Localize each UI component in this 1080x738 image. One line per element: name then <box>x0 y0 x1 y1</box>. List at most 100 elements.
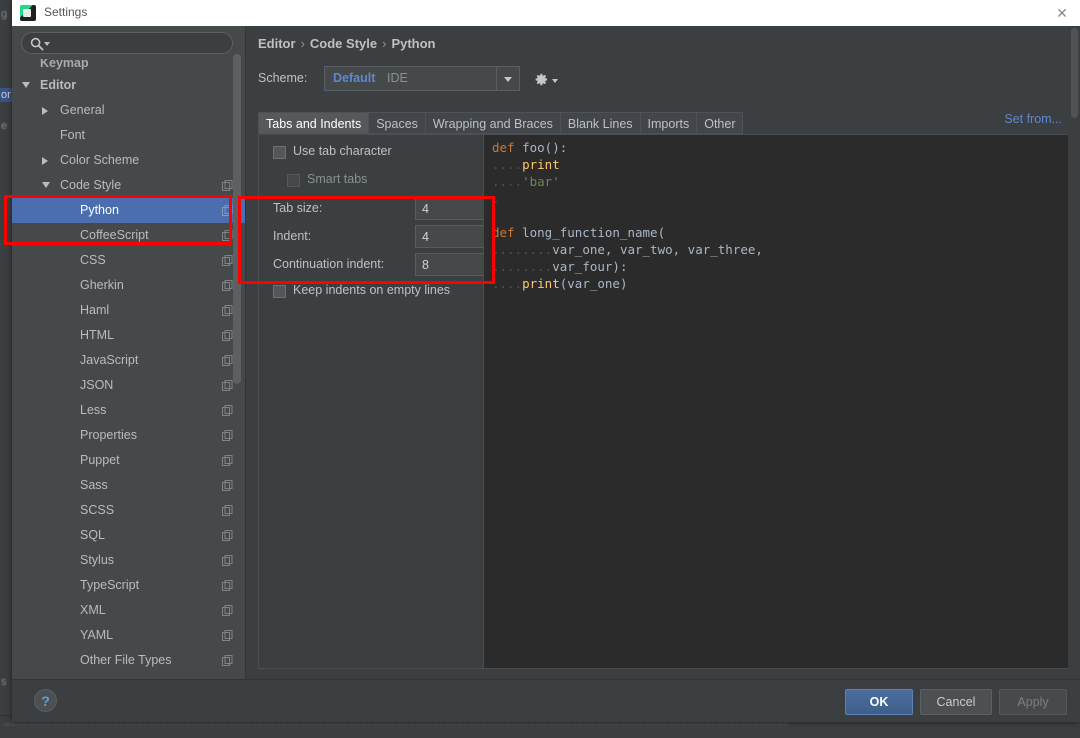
background-selection: or <box>0 88 12 102</box>
close-icon[interactable]: ✕ <box>1050 4 1074 22</box>
sidebar-item-other-file-types[interactable]: Other File Types <box>12 648 245 673</box>
duplicate-icon <box>222 280 233 291</box>
sidebar-item-html[interactable]: HTML <box>12 323 245 348</box>
chevron-down-icon[interactable] <box>42 182 50 188</box>
background-fragment: s <box>1 676 7 688</box>
pycharm-icon <box>20 5 36 21</box>
sidebar-item-typescript[interactable]: TypeScript <box>12 573 245 598</box>
continuation-indent-label: Continuation indent: <box>273 257 385 271</box>
sidebar-item-yaml[interactable]: YAML <box>12 623 245 648</box>
sidebar-item-haml[interactable]: Haml <box>12 298 245 323</box>
sidebar-item-label: Editor <box>40 78 77 92</box>
main-scrollbar-thumb[interactable] <box>1071 28 1078 118</box>
sidebar-item-less[interactable]: Less <box>12 398 245 423</box>
sidebar-item-font[interactable]: Font <box>12 123 245 148</box>
sidebar-item-label: Python <box>80 203 119 217</box>
indent-input[interactable] <box>415 225 489 248</box>
search-input[interactable] <box>54 35 228 54</box>
tab-content: Use tab character Smart tabs Tab size: I… <box>258 134 1068 669</box>
sidebar-item-label: JavaScript <box>80 353 139 367</box>
chevron-down-icon[interactable] <box>22 82 30 88</box>
gear-dropdown-icon[interactable] <box>552 79 558 83</box>
sidebar-item-label: Less <box>80 403 107 417</box>
chevron-right-icon[interactable] <box>42 107 48 115</box>
duplicate-icon <box>222 330 233 341</box>
sidebar-item-color-scheme[interactable]: Color Scheme <box>12 148 245 173</box>
ok-button[interactable]: OK <box>845 689 913 715</box>
search-icon <box>30 37 44 51</box>
sidebar-scrollbar[interactable] <box>233 26 241 647</box>
breadcrumb-separator: › <box>382 36 387 51</box>
settings-tabs[interactable]: Tabs and Indents Spaces Wrapping and Brace… <box>258 112 744 134</box>
sidebar-item-label: Color Scheme <box>60 153 140 167</box>
breadcrumb-part-editor[interactable]: Editor <box>258 36 296 51</box>
sidebar-item-javascript[interactable]: JavaScript <box>12 348 245 373</box>
sidebar-item-properties[interactable]: Properties <box>12 423 245 448</box>
scheme-combobox[interactable]: Default IDE <box>324 66 520 91</box>
sidebar-item-python[interactable]: Python <box>12 198 245 223</box>
keep-indents-checkbox[interactable] <box>273 285 286 298</box>
duplicate-icon <box>222 430 233 441</box>
set-from-link[interactable]: Set from... <box>1004 112 1062 126</box>
sidebar-scrollbar-thumb[interactable] <box>233 54 241 384</box>
sidebar-item-label: XML <box>80 603 106 617</box>
scheme-label: Scheme: <box>258 71 308 85</box>
sidebar-item-keymap[interactable]: Keymap <box>12 59 245 73</box>
background-fragment: e <box>1 120 8 132</box>
search-dropdown-icon[interactable] <box>44 42 50 46</box>
sidebar-item-label: Puppet <box>80 453 120 467</box>
duplicate-icon <box>222 480 233 491</box>
sidebar-item-label: SCSS <box>80 503 115 517</box>
search-box[interactable] <box>21 32 233 54</box>
tab-other[interactable]: Other <box>696 112 744 134</box>
scheme-scope: IDE <box>387 71 408 85</box>
duplicate-icon <box>222 355 233 366</box>
sidebar-item-gherkin[interactable]: Gherkin <box>12 273 245 298</box>
cancel-button[interactable]: Cancel <box>920 689 992 715</box>
sidebar-item-label: Properties <box>80 428 137 442</box>
duplicate-icon <box>222 305 233 316</box>
settings-tree[interactable]: Keymap Editor General Font Color Scheme Code … <box>12 59 245 680</box>
indent-row: Indent: <box>273 225 489 249</box>
chevron-right-icon[interactable] <box>42 157 48 165</box>
chevron-down-icon[interactable] <box>496 67 519 90</box>
breadcrumb-part-code-style[interactable]: Code Style <box>310 36 377 51</box>
tab-spaces[interactable]: Spaces <box>368 112 425 134</box>
tab-tabs-and-indents[interactable]: Tabs and Indents <box>258 112 369 134</box>
sidebar-item-code-style[interactable]: Code Style <box>12 173 245 198</box>
sidebar-item-sass[interactable]: Sass <box>12 473 245 498</box>
duplicate-icon <box>222 230 233 241</box>
tab-size-input[interactable] <box>415 197 489 220</box>
sidebar-item-css[interactable]: CSS <box>12 248 245 273</box>
sidebar-item-label: CoffeeScript <box>80 228 149 242</box>
continuation-indent-input[interactable] <box>415 253 489 276</box>
sidebar-item-stylus[interactable]: Stylus <box>12 548 245 573</box>
breadcrumb-part-python: Python <box>391 36 436 51</box>
sidebar-item-label: Sass <box>80 478 108 492</box>
tab-wrapping-and-braces[interactable]: Wrapping and Braces <box>424 112 560 134</box>
sidebar-item-sql[interactable]: SQL <box>12 523 245 548</box>
tab-imports[interactable]: Imports <box>639 112 697 134</box>
sidebar-item-coffeescript[interactable]: CoffeeScript <box>12 223 245 248</box>
sidebar-item-scss[interactable]: SCSS <box>12 498 245 523</box>
tab-blank-lines[interactable]: Blank Lines <box>559 112 640 134</box>
sidebar-item-general[interactable]: General <box>12 98 245 123</box>
scheme-settings-button[interactable] <box>534 69 560 89</box>
dialog-footer: ? OK Cancel Apply <box>12 679 1080 722</box>
help-button[interactable]: ? <box>34 689 57 712</box>
smart-tabs-label: Smart tabs <box>307 172 368 186</box>
duplicate-icon <box>222 605 233 616</box>
sidebar-item-label: Code Style <box>60 178 122 192</box>
dialog-body: Keymap Editor General Font Color Scheme Code … <box>12 26 1080 680</box>
duplicate-icon <box>222 405 233 416</box>
duplicate-icon <box>222 630 233 641</box>
keep-indents-label: Keep indents on empty lines <box>293 283 451 297</box>
duplicate-icon <box>222 555 233 566</box>
settings-main-panel: Editor › Code Style › Python Scheme: Default… <box>246 26 1080 680</box>
sidebar-item-json[interactable]: JSON <box>12 373 245 398</box>
sidebar-item-puppet[interactable]: Puppet <box>12 448 245 473</box>
use-tab-character-checkbox[interactable] <box>273 146 286 159</box>
sidebar-item-label: Font <box>60 128 86 142</box>
sidebar-item-xml[interactable]: XML <box>12 598 245 623</box>
sidebar-item-editor[interactable]: Editor <box>12 73 245 98</box>
